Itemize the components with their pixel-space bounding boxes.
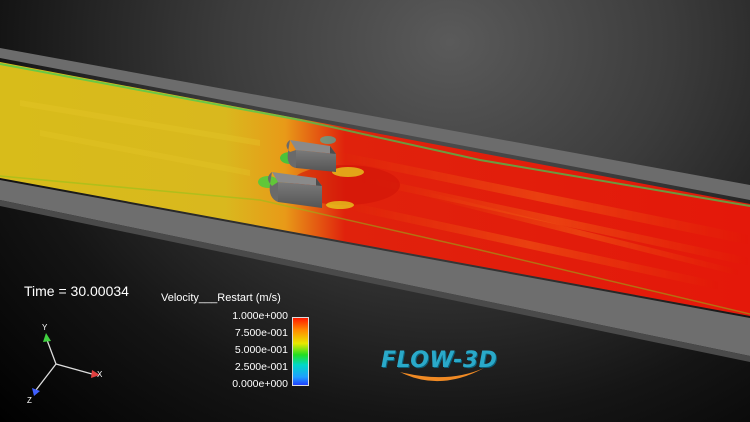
flow3d-logo: FLOW-3D [381, 348, 498, 373]
legend-tick-labels: 1.000e+000 7.500e-001 5.000e-001 2.500e-… [224, 310, 288, 394]
y-axis-label: Y [42, 323, 48, 332]
simulation-time: Time = 30.00034 [24, 283, 129, 299]
legend-color-bar [292, 317, 309, 386]
legend-title: Velocity___Restart (m/s) [161, 292, 281, 304]
legend-tick: 7.500e-001 [234, 327, 288, 339]
flow-render [0, 48, 750, 396]
x-axis-label: X [97, 370, 103, 379]
y-axis-arrow [43, 333, 51, 342]
legend-tick: 1.000e+000 [232, 310, 288, 322]
axis-triad [32, 333, 100, 396]
legend-tick: 2.500e-001 [234, 361, 288, 373]
legend-tick: 0.000e+000 [232, 378, 288, 390]
z-axis-label: Z [27, 396, 32, 405]
simulation-viewport[interactable]: Time = 30.00034 Velocity___Restart (m/s)… [0, 0, 750, 422]
legend-tick: 5.000e-001 [234, 344, 288, 356]
